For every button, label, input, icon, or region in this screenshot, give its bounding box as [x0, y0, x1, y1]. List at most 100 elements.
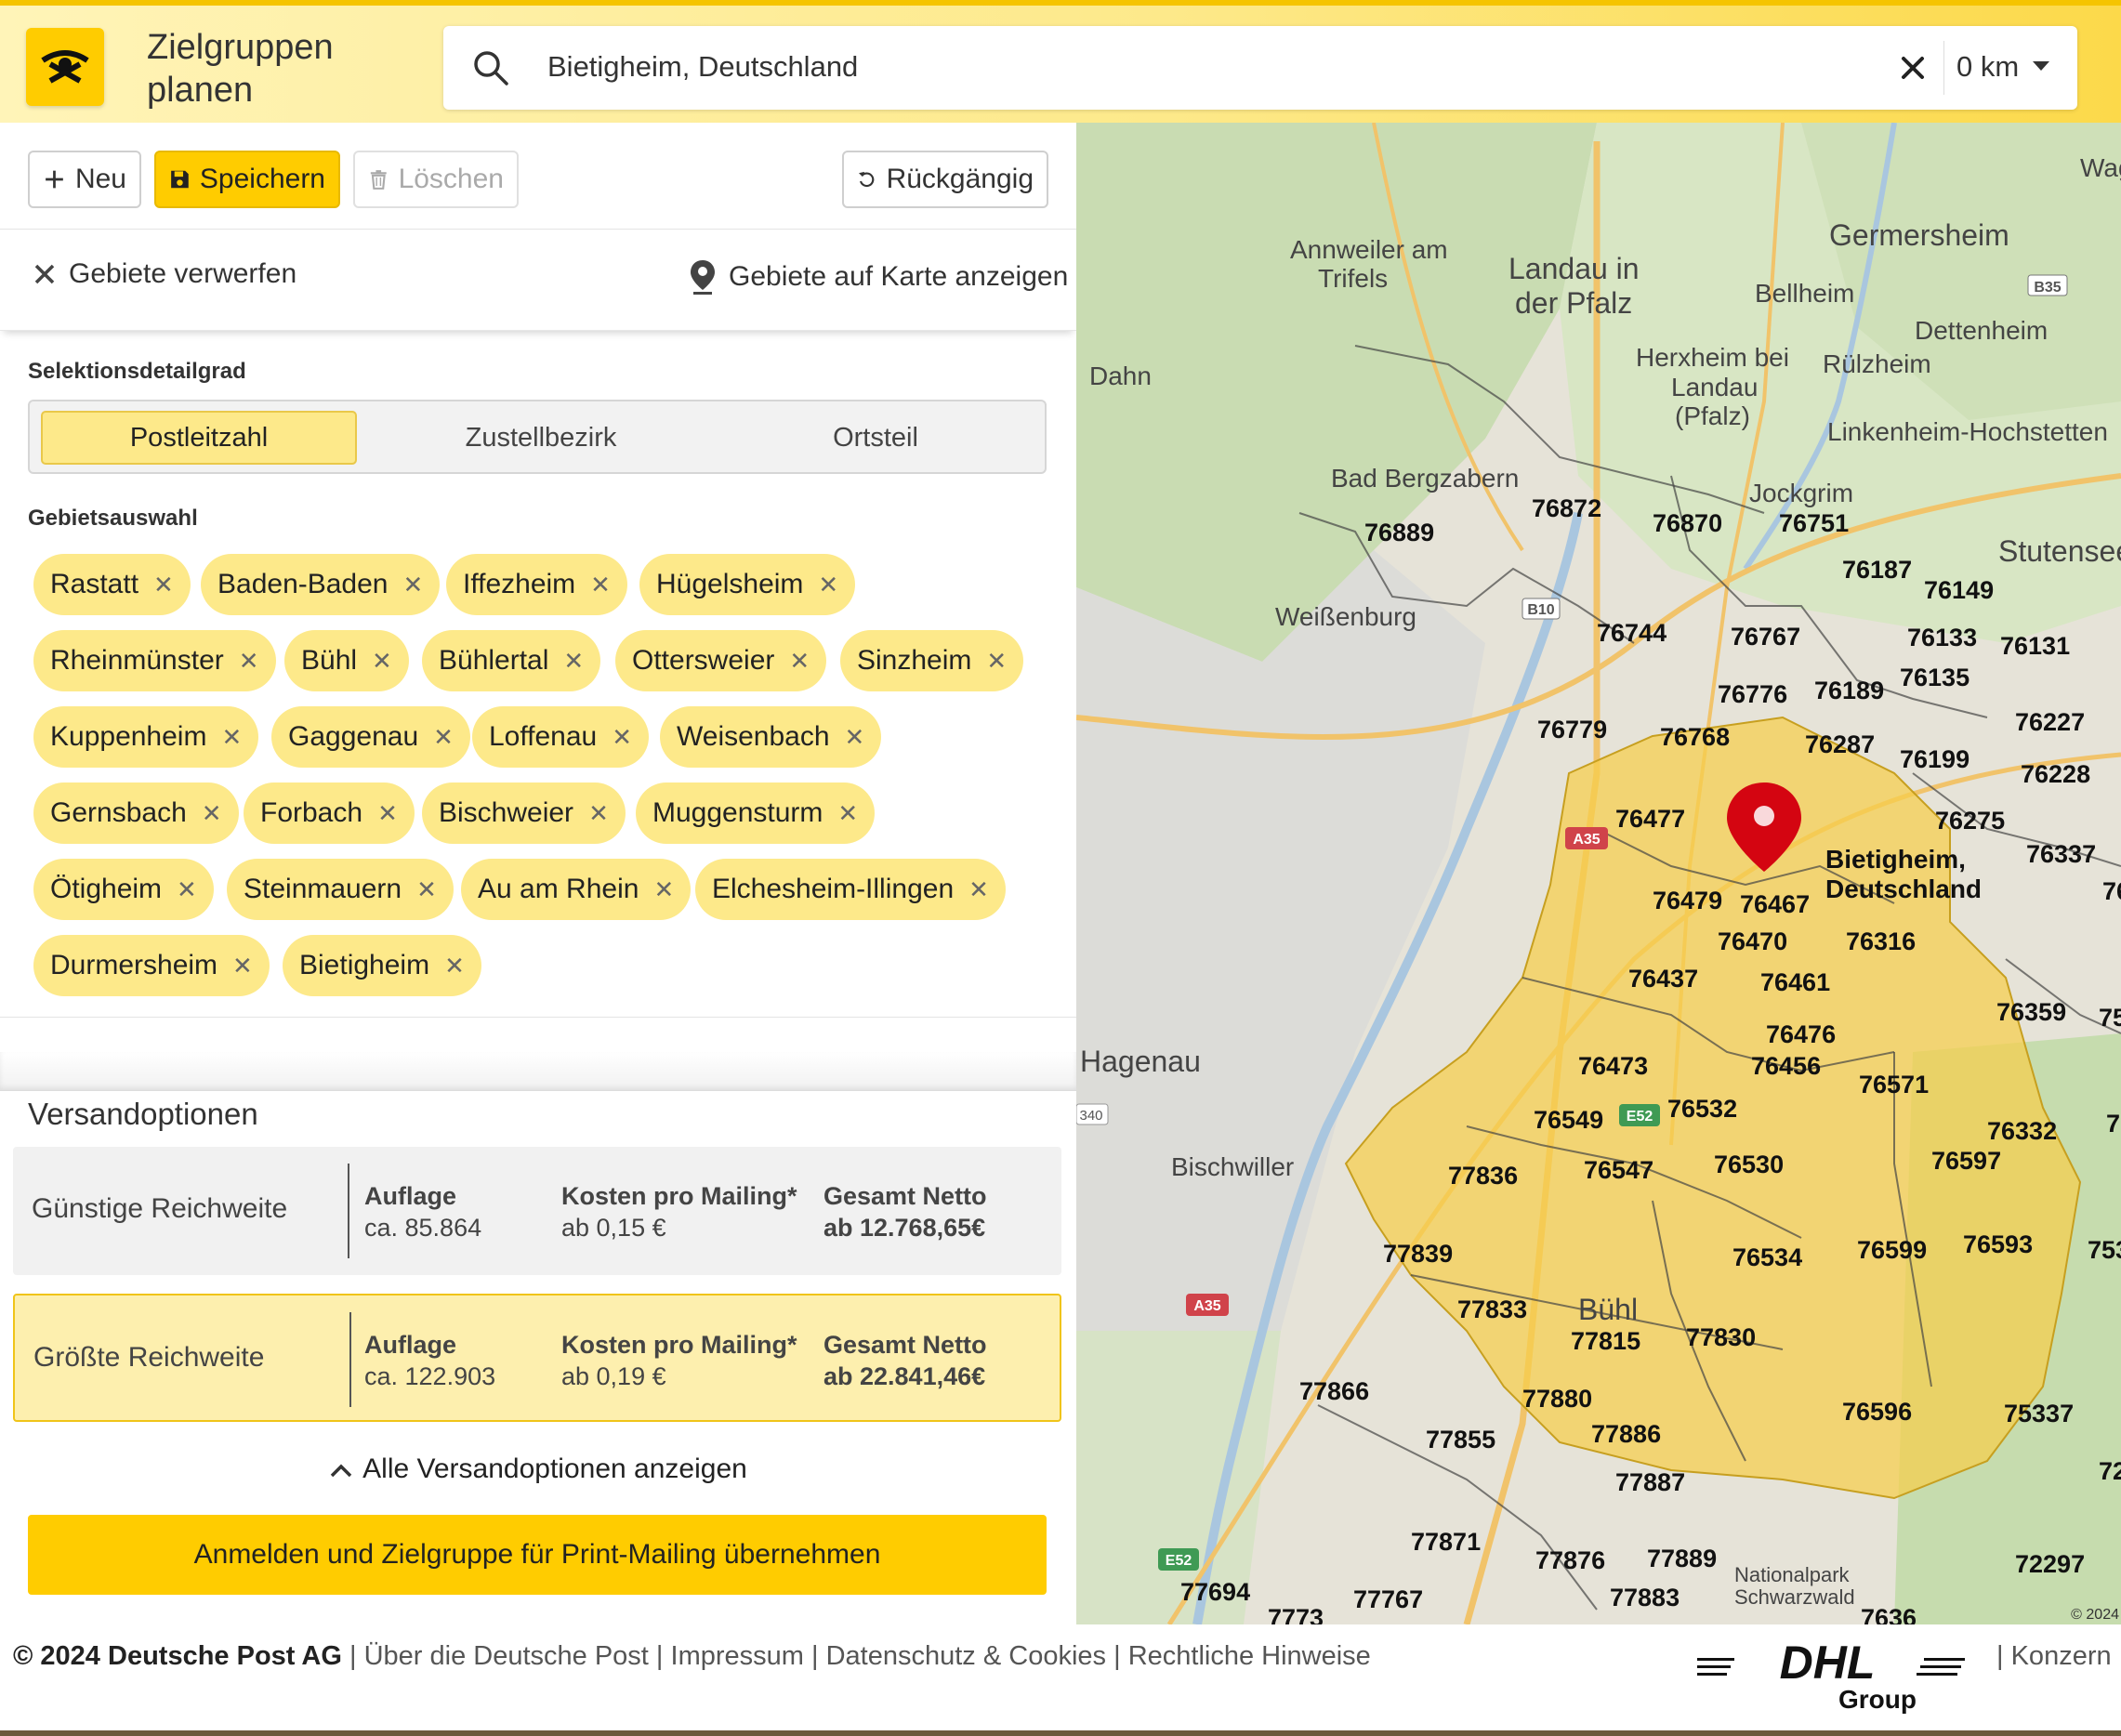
- remove-chip-icon[interactable]: ✕: [444, 952, 465, 980]
- area-chip[interactable]: Bühl ✕: [284, 630, 409, 691]
- area-chip[interactable]: Ötigheim ✕: [33, 859, 214, 920]
- detail-option-ortsteil[interactable]: Ortsteil: [718, 411, 1034, 465]
- show-areas-on-map-button[interactable]: Gebiete auf Karte anzeigen: [688, 258, 1068, 296]
- clear-search-icon[interactable]: [1893, 48, 1932, 87]
- area-chip-label: Weisenbach: [677, 721, 830, 752]
- remove-chip-icon[interactable]: ✕: [239, 647, 259, 676]
- remove-chip-icon[interactable]: ✕: [612, 723, 632, 752]
- remove-chip-icon[interactable]: ✕: [433, 723, 454, 752]
- remove-chip-icon[interactable]: ✕: [588, 799, 609, 828]
- postcode-label: 77880: [1522, 1385, 1592, 1413]
- map-canvas[interactable]: B35 B10 A35 E52 A35 E52 340 Wagh Germers…: [1076, 123, 2121, 1624]
- footer-link-konzern[interactable]: | Konzern: [1996, 1641, 2112, 1672]
- area-chip[interactable]: Gernsbach ✕: [33, 783, 239, 844]
- city-label: Bellheim: [1755, 279, 1854, 308]
- area-chip[interactable]: Bietigheim ✕: [283, 935, 481, 996]
- remove-chip-icon[interactable]: ✕: [177, 875, 197, 904]
- postcode-label: 77815: [1571, 1327, 1640, 1355]
- area-selection-heading: Gebietsauswahl: [28, 506, 198, 531]
- new-button[interactable]: Neu: [28, 151, 141, 208]
- map-pin-icon: [691, 260, 715, 295]
- chevron-down-icon[interactable]: [2033, 61, 2049, 71]
- remove-chip-icon[interactable]: ✕: [232, 952, 253, 980]
- area-chip[interactable]: Hügelsheim ✕: [639, 554, 856, 615]
- postcode-label: 753: [2088, 1236, 2121, 1264]
- remove-chip-icon[interactable]: ✕: [377, 799, 398, 828]
- remove-chip-icon[interactable]: ✕: [372, 647, 392, 676]
- postcode-label: 76337: [2026, 840, 2096, 868]
- postcode-label: 76437: [1628, 965, 1698, 993]
- bottom-strip: [0, 1730, 2121, 1736]
- save-button[interactable]: Speichern: [154, 151, 340, 208]
- area-chip-label: Bühlertal: [439, 645, 549, 676]
- area-chip[interactable]: Steinmauern ✕: [227, 859, 454, 920]
- remove-chip-icon[interactable]: ✕: [837, 799, 858, 828]
- area-chip[interactable]: Iffezheim ✕: [446, 554, 627, 615]
- location-search[interactable]: Bietigheim, Deutschland 0 km: [443, 26, 2077, 110]
- area-chip[interactable]: Baden-Baden ✕: [201, 554, 441, 615]
- remove-chip-icon[interactable]: ✕: [653, 875, 674, 904]
- area-chip[interactable]: Au am Rhein ✕: [461, 859, 692, 920]
- area-chip[interactable]: Bühlertal ✕: [422, 630, 601, 691]
- area-chip[interactable]: Bischweier ✕: [422, 783, 626, 844]
- map-view[interactable]: B35 B10 A35 E52 A35 E52 340 Wagh Germers…: [1076, 123, 2121, 1624]
- footer-link-privacy[interactable]: Datenschutz & Cookies: [826, 1641, 1106, 1671]
- footer-link-imprint[interactable]: Impressum: [671, 1641, 804, 1671]
- area-chip[interactable]: Kuppenheim ✕: [33, 706, 259, 768]
- postcode-label: 76889: [1364, 519, 1434, 546]
- remove-chip-icon[interactable]: ✕: [563, 647, 584, 676]
- shipping-option-name: Größte Reichweite: [33, 1342, 265, 1373]
- postcode-label: 76359: [1996, 998, 2066, 1026]
- area-chip[interactable]: Gaggenau ✕: [271, 706, 470, 768]
- detail-option-postleitzahl[interactable]: Postleitzahl: [41, 411, 357, 465]
- postcode-label: 76467: [1740, 890, 1810, 918]
- remove-chip-icon[interactable]: ✕: [202, 799, 222, 828]
- area-chip[interactable]: Rheinmünster ✕: [33, 630, 276, 691]
- radius-select[interactable]: 0 km: [1956, 50, 2019, 84]
- area-chip[interactable]: Loffenau ✕: [472, 706, 650, 768]
- detail-option-zustellbezirk[interactable]: Zustellbezirk: [383, 411, 699, 465]
- shipping-option-cheap[interactable]: Günstige Reichweite Auflage ca. 85.864 K…: [13, 1147, 1061, 1275]
- city-label: Wagh: [2080, 153, 2121, 182]
- area-chip[interactable]: Muggensturm ✕: [636, 783, 876, 844]
- posthorn-icon: [41, 50, 89, 84]
- remove-chip-icon[interactable]: ✕: [968, 875, 989, 904]
- gesamt-value: ab 12.768,65€: [823, 1214, 986, 1242]
- area-chip[interactable]: Durmersheim ✕: [33, 935, 270, 996]
- show-all-options-link[interactable]: Alle Versandoptionen anzeigen: [0, 1453, 1076, 1485]
- save-button-label: Speichern: [199, 164, 325, 194]
- deutsche-post-logo[interactable]: [26, 28, 104, 106]
- remove-chip-icon[interactable]: ✕: [845, 723, 865, 752]
- remove-chip-icon[interactable]: ✕: [818, 571, 838, 599]
- remove-chip-icon[interactable]: ✕: [403, 571, 424, 599]
- remove-chip-icon[interactable]: ✕: [221, 723, 242, 752]
- remove-chip-icon[interactable]: ✕: [590, 571, 611, 599]
- city-label: Dahn: [1089, 362, 1152, 390]
- floppy-disk-icon: [171, 170, 189, 189]
- postcode-label: 76593: [1963, 1230, 2033, 1258]
- footer-link-legal[interactable]: Rechtliche Hinweise: [1128, 1641, 1371, 1671]
- postcode-label: 76332: [1987, 1117, 2057, 1145]
- city-label: der Pfalz: [1515, 286, 1632, 320]
- remove-chip-icon[interactable]: ✕: [153, 571, 174, 599]
- discard-areas-button[interactable]: Gebiete verwerfen: [32, 258, 296, 290]
- area-chip[interactable]: Elchesheim-Illingen ✕: [695, 859, 1006, 920]
- remove-chip-icon[interactable]: ✕: [789, 647, 810, 676]
- login-and-apply-button[interactable]: Anmelden und Zielgruppe für Print-Mailin…: [28, 1515, 1047, 1595]
- plus-icon: [46, 170, 63, 189]
- footer-link-about[interactable]: Über die Deutsche Post: [364, 1641, 649, 1671]
- area-chip[interactable]: Ottersweier ✕: [615, 630, 827, 691]
- area-chip-label: Au am Rhein: [478, 874, 639, 904]
- area-chip[interactable]: Sinzheim ✕: [840, 630, 1024, 691]
- search-input[interactable]: Bietigheim, Deutschland: [547, 50, 858, 84]
- delete-button[interactable]: Löschen: [353, 151, 519, 208]
- remove-chip-icon[interactable]: ✕: [986, 647, 1007, 676]
- shipping-option-max[interactable]: Größte Reichweite Auflage ca. 122.903 Ko…: [13, 1294, 1061, 1422]
- area-chip[interactable]: Forbach ✕: [244, 783, 415, 844]
- undo-button[interactable]: Rückgängig: [842, 151, 1048, 208]
- postcode-label: 76227: [2015, 708, 2085, 736]
- area-chip[interactable]: Weisenbach ✕: [660, 706, 882, 768]
- remove-chip-icon[interactable]: ✕: [416, 875, 437, 904]
- area-chip[interactable]: Rastatt ✕: [33, 554, 191, 615]
- dhl-group-logo[interactable]: DHL Group: [1697, 1637, 1967, 1720]
